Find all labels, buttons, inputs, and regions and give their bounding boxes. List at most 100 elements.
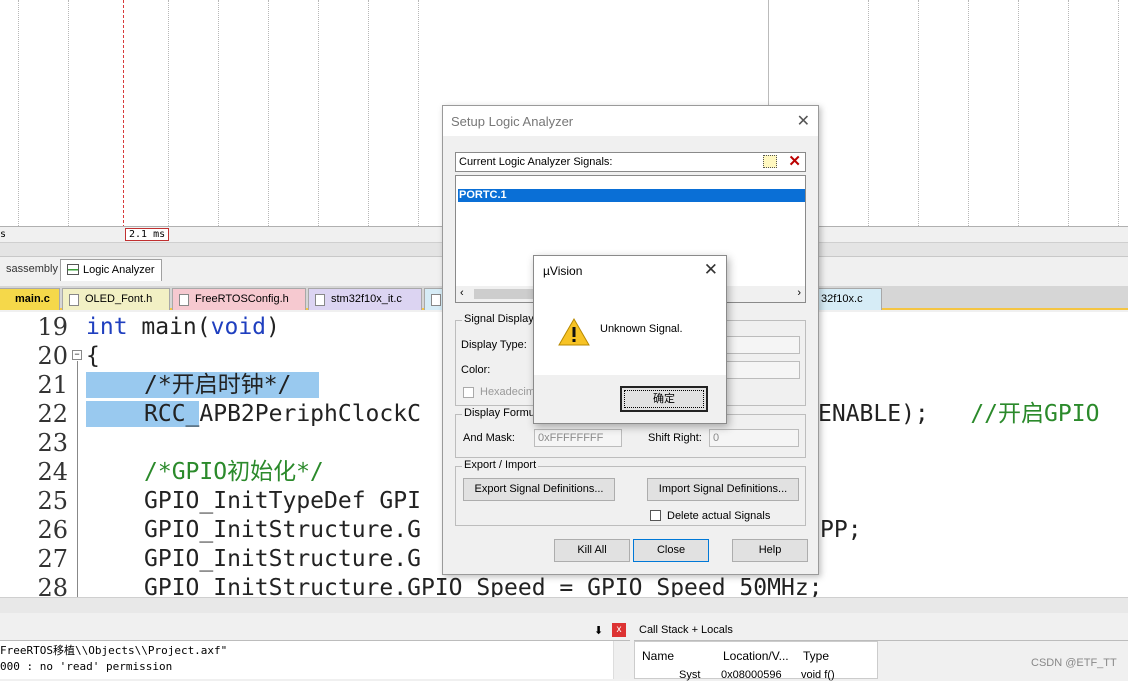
code-line-21: /*开启时钟*/: [86, 371, 320, 400]
watermark: CSDN @ETF_TT: [1031, 657, 1117, 669]
call-stack-location: 0x08000596: [721, 669, 782, 681]
selected-comment: /*开启时钟*/: [86, 372, 292, 398]
delete-actual-signals-label: Delete actual Signals: [667, 510, 771, 522]
output-line: FreeRTOS移植\\Objects\\Project.axf": [0, 644, 228, 657]
code-line-24: /*GPIO初始化*/: [144, 459, 324, 485]
tab-logic-analyzer-label: Logic Analyzer: [83, 264, 155, 276]
file-tab-label: 32f10x.c: [821, 293, 863, 305]
call-stack-title: Call Stack + Locals: [634, 621, 1128, 641]
import-signal-definitions-button[interactable]: Import Signal Definitions...: [647, 478, 799, 501]
column-header[interactable]: Location/V...: [723, 649, 789, 663]
line-number: 26: [37, 516, 68, 544]
signal-item[interactable]: PORTC.1: [458, 189, 805, 202]
group-label: Export / Import: [462, 459, 539, 471]
code-line-27: GPIO_InitStructure.G: [144, 546, 421, 572]
export-import-group: Export / Import Export Signal Definition…: [455, 459, 806, 526]
file-tab-oled-font-h[interactable]: OLED_Font.h: [62, 288, 170, 310]
help-button[interactable]: Help: [732, 539, 808, 562]
close-icon[interactable]: x: [612, 623, 626, 637]
line-number-gutter: 19 20 21 22 23 24 25 26 27 28 −: [0, 312, 82, 597]
output-line: 000 : no 'read' permission: [0, 660, 173, 673]
close-icon[interactable]: ✕: [797, 111, 810, 131]
code-text: main(: [127, 314, 211, 340]
code-line-25: GPIO_InitTypeDef GPI: [144, 488, 421, 514]
logic-analyzer-icon: [67, 264, 79, 275]
line-number: 23: [37, 429, 68, 457]
file-icon: [431, 294, 441, 306]
line-number: 27: [37, 545, 68, 573]
close-icon[interactable]: ✕: [704, 260, 718, 280]
column-header[interactable]: Type: [803, 649, 829, 663]
dialog-title: Setup Logic Analyzer: [451, 114, 574, 129]
line-number: 21: [37, 371, 68, 399]
signals-header-label: Current Logic Analyzer Signals:: [459, 156, 613, 168]
file-tab-label: main.c: [15, 293, 50, 305]
code-text: ENABLE);: [818, 401, 971, 427]
shift-right-input[interactable]: 0: [709, 429, 799, 447]
dialog-titlebar: Setup Logic Analyzer ✕: [443, 106, 818, 136]
file-icon: [69, 294, 79, 306]
code-line-22-tail: ENABLE); //开启GPIO: [818, 400, 1099, 429]
export-signal-definitions-button[interactable]: Export Signal Definitions...: [463, 478, 615, 501]
selected-text: RCC_: [86, 401, 200, 427]
line-number: 20: [37, 342, 68, 370]
line-number: 28: [37, 574, 68, 597]
hexadecimal-label: Hexadecim: [480, 386, 536, 398]
message-box-footer: 确定: [534, 375, 726, 423]
code-line-26-tail: PP;: [820, 517, 862, 543]
scroll-right-icon[interactable]: ›: [797, 287, 801, 299]
build-output-titlebar: ⬇ x: [0, 621, 630, 641]
code-line-28: GPIO_InitStructure.GPIO_Speed = GPIO_Spe…: [144, 575, 823, 597]
file-icon: [179, 294, 189, 306]
file-tab-freertosconfig-h[interactable]: FreeRTOSConfig.h: [172, 288, 306, 310]
call-stack-table[interactable]: Name Location/V... Type Syst 0x08000596 …: [634, 641, 878, 681]
cursor-time-label: 2.1 ms: [125, 228, 170, 241]
time-cursor[interactable]: [123, 0, 124, 228]
code-keyword: int: [86, 314, 128, 340]
tab-logic-analyzer[interactable]: Logic Analyzer: [60, 259, 162, 281]
file-tab-stm32f10x-it-c[interactable]: stm32f10x_it.c: [308, 288, 422, 310]
file-tab-label: stm32f10x_it.c: [331, 293, 402, 305]
call-stack-type: void f(): [801, 669, 835, 681]
editor-horizontal-scrollbar[interactable]: [0, 597, 1128, 613]
file-icon: [315, 294, 325, 306]
code-line-19: int main(void): [86, 313, 280, 342]
fold-guide: [77, 361, 78, 597]
uvision-message-box: µVision ✕ Unknown Signal. 确定: [533, 255, 727, 424]
build-output-scrollbar[interactable]: [613, 641, 630, 679]
scroll-left-icon[interactable]: ‹: [460, 287, 464, 299]
and-mask-input[interactable]: 0xFFFFFFFF: [534, 429, 622, 447]
scale-unit: s: [0, 229, 7, 240]
file-tab-main-c[interactable]: main.c: [0, 288, 60, 310]
group-label: Signal Display: [462, 313, 536, 325]
new-signal-icon[interactable]: [763, 155, 777, 168]
delete-signal-icon[interactable]: ✕: [788, 152, 801, 170]
code-keyword: void: [210, 314, 267, 340]
pin-icon[interactable]: ⬇: [594, 624, 603, 637]
code-text: APB2PeriphClockC: [199, 401, 421, 427]
message-box-title: µVision: [543, 264, 583, 278]
line-number: 25: [37, 487, 68, 515]
file-tab-label: FreeRTOSConfig.h: [195, 293, 289, 305]
close-button[interactable]: Close: [633, 539, 709, 562]
tab-disassembly[interactable]: sassembly: [0, 259, 64, 281]
code-line-26: GPIO_InitStructure.G: [144, 517, 421, 543]
delete-actual-signals-checkbox[interactable]: [650, 510, 661, 521]
ok-button[interactable]: 确定: [620, 386, 708, 412]
column-header[interactable]: Name: [642, 649, 674, 663]
build-output[interactable]: FreeRTOS移植\\Objects\\Project.axf" 000 : n…: [0, 641, 620, 679]
warning-icon: [558, 318, 590, 346]
code-text: ): [266, 314, 280, 340]
code-line-20: {: [86, 343, 100, 369]
code-line-22: RCC_APB2PeriphClockC: [86, 400, 421, 429]
shift-right-label: Shift Right:: [648, 432, 702, 444]
line-number: 24: [37, 458, 68, 486]
call-stack-name: Syst: [679, 669, 701, 681]
kill-all-button[interactable]: Kill All: [554, 539, 630, 562]
line-number: 22: [37, 400, 68, 428]
tab-disassembly-label: sassembly: [6, 263, 58, 275]
display-type-label: Display Type:: [461, 339, 527, 351]
hexadecimal-checkbox[interactable]: [463, 387, 474, 398]
fold-toggle[interactable]: −: [72, 350, 82, 360]
file-tab-label: OLED_Font.h: [85, 293, 153, 305]
